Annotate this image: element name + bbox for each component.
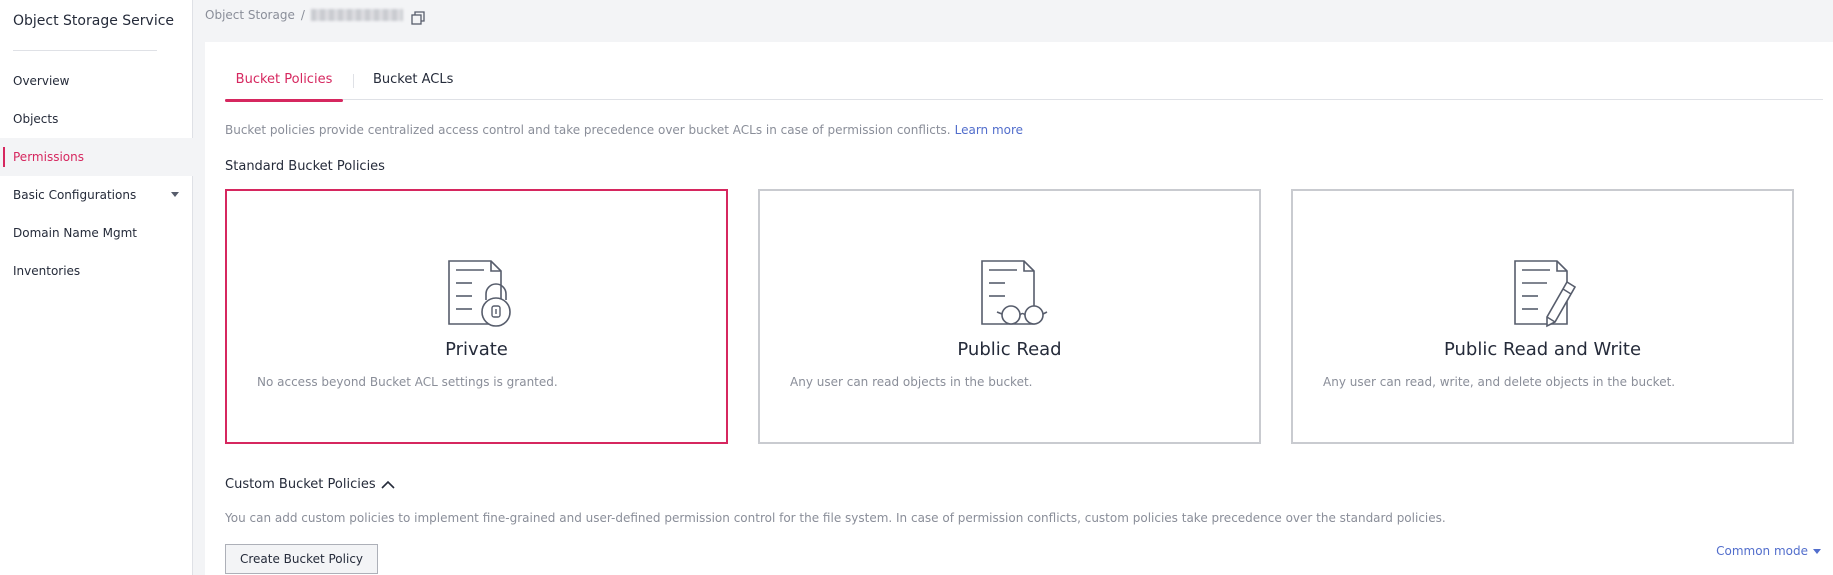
sidebar-item-permissions[interactable]: Permissions <box>0 138 193 176</box>
breadcrumb-root[interactable]: Object Storage <box>205 8 295 22</box>
tab-bar: Bucket Policies Bucket ACLs <box>225 70 1823 102</box>
policy-card-private[interactable]: Private No access beyond Bucket ACL sett… <box>225 189 728 444</box>
bucket-name-redacted <box>310 9 403 21</box>
sidebar-item-objects[interactable]: Objects <box>0 100 193 138</box>
custom-policies-title: Custom Bucket Policies <box>225 477 376 492</box>
document-pencil-icon <box>1514 260 1577 328</box>
copy-icon[interactable] <box>411 11 425 25</box>
create-bucket-policy-button[interactable]: Create Bucket Policy <box>225 544 378 574</box>
document-lock-icon <box>448 260 511 327</box>
custom-policies-description: You can add custom policies to implement… <box>225 511 1446 525</box>
breadcrumb-separator: / <box>300 8 305 22</box>
document-glasses-icon <box>981 260 1048 325</box>
standard-policies-title: Standard Bucket Policies <box>225 159 385 174</box>
card-title: Public Read and Write <box>1443 339 1642 360</box>
common-mode-label: Common mode <box>1716 544 1808 558</box>
tab-bucket-acls[interactable]: Bucket ACLs <box>373 70 453 100</box>
card-description: Any user can read, write, and delete obj… <box>1323 375 1676 389</box>
sidebar-item-domain-name-mgmt[interactable]: Domain Name Mgmt <box>0 214 193 252</box>
sidebar-item-label: Objects <box>13 112 59 126</box>
sidebar-divider <box>13 50 157 51</box>
card-title: Private <box>445 339 508 360</box>
sidebar-item-label: Inventories <box>13 264 81 278</box>
card-description: No access beyond Bucket ACL settings is … <box>257 375 558 389</box>
main-panel: Bucket Policies Bucket ACLs Bucket polic… <box>205 42 1833 575</box>
sidebar-item-label: Permissions <box>13 150 84 164</box>
sidebar-title: Object Storage Service <box>13 13 175 29</box>
sidebar-item-overview[interactable]: Overview <box>0 62 193 100</box>
sidebar-item-inventories[interactable]: Inventories <box>0 252 193 290</box>
common-mode-dropdown[interactable]: Common mode <box>1716 544 1821 558</box>
card-description: Any user can read objects in the bucket. <box>790 375 1033 389</box>
sidebar-item-label: Domain Name Mgmt <box>13 226 137 240</box>
tab-bucket-policies[interactable]: Bucket Policies <box>225 70 343 102</box>
bucket-policies-description: Bucket policies provide centralized acce… <box>225 123 1023 137</box>
sidebar-item-label: Overview <box>13 74 70 88</box>
breadcrumb: Object Storage / <box>205 8 403 22</box>
chevron-up-icon <box>381 480 395 489</box>
caret-down-icon <box>1813 548 1821 554</box>
description-text: Bucket policies provide centralized acce… <box>225 123 951 137</box>
policy-card-public-read[interactable]: Public Read Any user can read objects in… <box>758 189 1261 444</box>
sidebar-item-basic-configurations[interactable]: Basic Configurations <box>0 176 193 214</box>
sidebar-item-label: Basic Configurations <box>13 188 137 202</box>
policy-card-public-read-write[interactable]: Public Read and Write Any user can read,… <box>1291 189 1794 444</box>
custom-policies-toggle[interactable]: Custom Bucket Policies <box>225 477 395 492</box>
learn-more-link[interactable]: Learn more <box>955 123 1023 137</box>
chevron-down-icon <box>171 192 179 197</box>
sidebar: Object Storage Service Overview Objects … <box>0 0 193 575</box>
card-title: Public Read <box>957 339 1062 360</box>
tab-separator <box>353 74 354 88</box>
